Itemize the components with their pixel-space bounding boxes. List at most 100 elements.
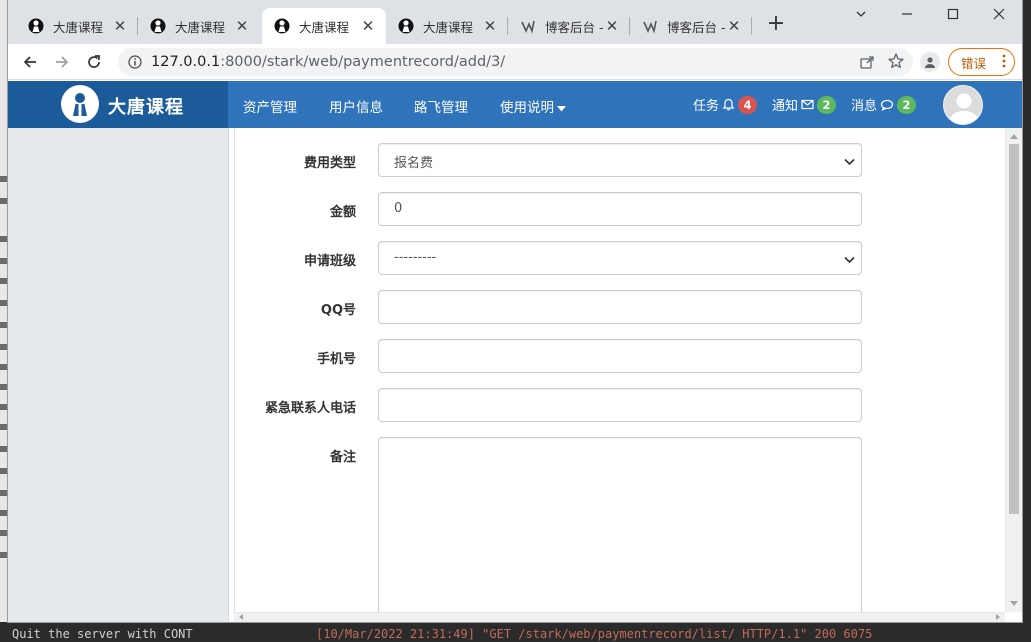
tab-title: 大唐课程 <box>53 19 104 35</box>
mobile-input[interactable] <box>378 339 862 373</box>
minimize-button[interactable] <box>884 4 930 26</box>
person-logo-icon <box>150 18 166 34</box>
note-label: 备注 <box>329 450 356 465</box>
browser-tab[interactable]: 博客后台 - ✕ <box>630 8 752 44</box>
horizontal-scrollbar[interactable] <box>234 612 1005 622</box>
bell-icon <box>722 98 735 111</box>
form-row-note: 备注 <box>235 437 1005 612</box>
tab-close-icon[interactable]: ✕ <box>604 18 620 34</box>
web-page: 大唐课程 资产管理 用户信息 路飞管理 使用说明 任务 4 通知 2 消息 2 <box>8 81 1022 622</box>
tasks-count-badge: 4 <box>738 95 758 114</box>
scroll-right-arrow-icon[interactable] <box>996 614 1000 620</box>
form-row-fee-type: 费用类型 报名费 <box>235 143 1005 177</box>
terminal-marker <box>0 530 7 536</box>
back-arrow-icon[interactable] <box>18 50 42 74</box>
tab-close-icon[interactable]: ✕ <box>726 18 742 34</box>
fee-type-select[interactable]: 报名费 <box>378 143 862 177</box>
forward-arrow-icon[interactable] <box>50 50 74 74</box>
bookmark-star-icon[interactable] <box>887 52 905 70</box>
fee-type-label: 费用类型 <box>303 156 356 171</box>
sidebar <box>8 128 229 622</box>
browser-tab[interactable]: 博客后台 - ✕ <box>508 8 630 44</box>
envelope-icon <box>801 99 814 110</box>
nav-item-assets[interactable]: 资产管理 <box>243 96 297 116</box>
tab-close-icon[interactable]: ✕ <box>360 18 376 34</box>
window-close-button[interactable] <box>976 4 1022 26</box>
person-logo-icon <box>61 85 99 123</box>
notifications-label: 通知 <box>772 99 799 114</box>
scroll-down-arrow-icon[interactable] <box>1010 601 1018 606</box>
nav-item-usage-guide[interactable]: 使用说明 <box>500 96 566 116</box>
tab-close-icon[interactable]: ✕ <box>482 18 498 34</box>
terminal-marker <box>0 344 7 350</box>
more-vertical-icon[interactable] <box>1002 53 1006 74</box>
chevron-down-icon <box>844 253 855 268</box>
error-button[interactable]: 错误 <box>948 48 1015 76</box>
chevron-down-icon[interactable] <box>838 4 884 26</box>
terminal-marker <box>0 176 7 182</box>
terminal-marker <box>0 258 7 264</box>
browser-tab[interactable]: 大唐课程 ✕ <box>16 8 138 44</box>
info-icon[interactable] <box>128 55 142 69</box>
form-row-class: 申请班级 --------- <box>235 241 1005 275</box>
profile-icon[interactable] <box>920 52 940 72</box>
person-logo-icon <box>28 18 44 34</box>
scroll-up-arrow-icon[interactable] <box>1010 134 1018 139</box>
emergency-contact-label: 紧急联系人电话 <box>264 401 356 416</box>
person-logo-icon <box>274 18 290 34</box>
blog-logo-icon <box>520 18 536 34</box>
caret-down-icon <box>557 100 566 116</box>
scroll-left-arrow-icon[interactable] <box>239 614 243 620</box>
user-avatar[interactable] <box>943 85 983 125</box>
qq-label: QQ号 <box>320 303 356 318</box>
browser-tab[interactable]: 大唐课程 ✕ <box>386 8 508 44</box>
scrollbar-thumb[interactable] <box>1009 144 1019 514</box>
messages-indicator[interactable]: 消息 2 <box>851 95 917 114</box>
brand-name: 大唐课程 <box>108 97 184 118</box>
tab-title: 大唐课程 <box>175 19 226 35</box>
background-terminal-output: Quit the server with CONT [10/Mar/2022 2… <box>0 622 1031 642</box>
tab-title: 博客后台 - <box>545 19 604 35</box>
amount-label: 金额 <box>329 205 356 220</box>
url-text[interactable]: 127.0.0.1:8000/stark/web/paymentrecord/a… <box>151 54 505 70</box>
note-textarea[interactable] <box>378 437 862 612</box>
class-value: --------- <box>394 250 437 265</box>
terminal-marker <box>0 300 7 306</box>
amount-input[interactable]: 0 <box>378 192 862 226</box>
new-tab-button[interactable]: + <box>765 13 787 36</box>
tasks-label: 任务 <box>693 99 720 114</box>
terminal-log-line: [10/Mar/2022 21:31:49] "GET /stark/web/p… <box>316 627 873 641</box>
class-select[interactable]: --------- <box>378 241 862 275</box>
address-bar[interactable]: 127.0.0.1:8000/stark/web/paymentrecord/a… <box>118 48 913 76</box>
nav-item-luffy-admin[interactable]: 路飞管理 <box>414 96 468 116</box>
top-navbar: 大唐课程 资产管理 用户信息 路飞管理 使用说明 任务 4 通知 2 消息 2 <box>8 81 1022 128</box>
terminal-marker <box>0 278 7 284</box>
reload-icon[interactable] <box>82 50 106 74</box>
nav-item-user-info[interactable]: 用户信息 <box>329 96 383 116</box>
mobile-label: 手机号 <box>316 352 356 367</box>
form-row-qq: QQ号 <box>235 290 1005 324</box>
maximize-button[interactable] <box>930 4 976 26</box>
emergency-contact-input[interactable] <box>378 388 862 422</box>
qq-input[interactable] <box>378 290 862 324</box>
notifications-indicator[interactable]: 通知 2 <box>772 95 837 114</box>
terminal-marker <box>0 404 7 410</box>
terminal-marker <box>0 236 7 242</box>
share-icon[interactable] <box>859 54 875 70</box>
browser-tab[interactable]: 大唐课程 ✕ <box>138 8 260 44</box>
browser-tab-active[interactable]: 大唐课程 ✕ <box>262 8 386 44</box>
error-button-label: 错误 <box>961 55 987 71</box>
fee-type-value: 报名费 <box>394 156 434 171</box>
tab-close-icon[interactable]: ✕ <box>234 18 250 34</box>
tasks-indicator[interactable]: 任务 4 <box>693 95 758 114</box>
terminal-marker <box>0 552 7 558</box>
tab-close-icon[interactable]: ✕ <box>112 18 128 34</box>
class-label: 申请班级 <box>303 254 356 269</box>
form-row-amount: 金额 0 <box>235 192 1005 226</box>
tab-strip: 大唐课程 ✕ 大唐课程 ✕ 大唐课程 ✕ 大唐课程 ✕ 博客后台 - ✕ 博客后… <box>8 0 1022 44</box>
vertical-scrollbar[interactable] <box>1005 128 1022 612</box>
terminal-marker <box>0 364 7 370</box>
brand[interactable]: 大唐课程 <box>8 81 228 128</box>
notifications-count-badge: 2 <box>817 95 837 114</box>
browser-toolbar: 127.0.0.1:8000/stark/web/paymentrecord/a… <box>8 44 1022 80</box>
